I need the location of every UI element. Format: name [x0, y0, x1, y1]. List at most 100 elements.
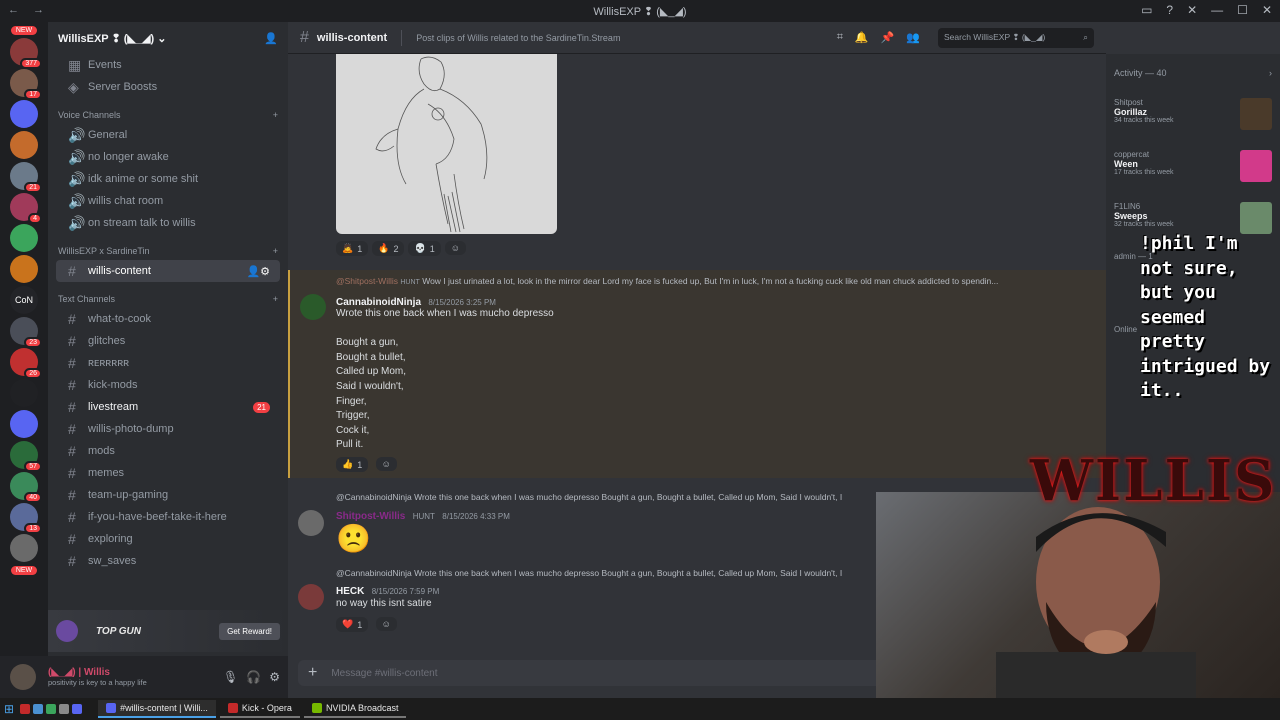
- taskbar-item[interactable]: #willis-content | Willi...: [98, 700, 216, 718]
- close-icon[interactable]: ✕: [1262, 3, 1272, 17]
- server-icon[interactable]: [10, 534, 38, 562]
- text-channel[interactable]: # exploring: [56, 528, 280, 550]
- server-icon[interactable]: 57: [10, 441, 42, 472]
- app-icon[interactable]: [46, 704, 57, 714]
- voice-channel[interactable]: 🔊 General: [56, 124, 280, 146]
- server-icon[interactable]: 23: [10, 317, 42, 348]
- message-highlighted[interactable]: @Shitpost-Willis HUNT Wow I just urinate…: [288, 270, 1106, 478]
- add-reaction-icon[interactable]: ☺: [375, 617, 397, 631]
- channel-topic[interactable]: Post clips of Willis related to the Sard…: [416, 33, 620, 43]
- channel-label: if-you-have-beef-take-it-here: [88, 511, 227, 523]
- invite-icon[interactable]: 👤⚙: [246, 265, 270, 278]
- help-icon[interactable]: ?: [1166, 3, 1173, 17]
- search-input[interactable]: Search WillisEXP ❢ (◣_◢) ⌕: [938, 27, 1094, 48]
- avatar[interactable]: [10, 664, 36, 690]
- text-channel[interactable]: # team-up-gaming: [56, 484, 280, 506]
- add-member-icon[interactable]: 👤: [264, 32, 278, 45]
- reaction-chip[interactable]: 💀 1: [408, 241, 441, 256]
- app-icon[interactable]: [59, 704, 70, 714]
- app-icon[interactable]: [20, 704, 31, 714]
- avatar[interactable]: [298, 510, 324, 536]
- message-author[interactable]: HECK: [336, 586, 364, 597]
- server-icon[interactable]: [10, 224, 38, 252]
- voice-channel[interactable]: 🔊 on stream talk to willis: [56, 212, 280, 234]
- server-icon[interactable]: 26: [10, 348, 42, 379]
- app-icon[interactable]: [72, 704, 83, 714]
- voice-channel[interactable]: 🔊 idk anime or some shit: [56, 168, 280, 190]
- new-unreads-badge-bottom[interactable]: NEW: [11, 566, 37, 575]
- reply-preview[interactable]: @CannabinoidNinja Wrote this one back wh…: [336, 492, 876, 504]
- server-icon[interactable]: [10, 255, 38, 283]
- text-channel[interactable]: # kick-mods: [56, 374, 280, 396]
- reaction-chip[interactable]: 🙇 1: [336, 241, 369, 256]
- microphone-icon[interactable]: 🎙: [223, 670, 238, 684]
- server-icon[interactable]: [10, 410, 38, 438]
- new-unreads-badge[interactable]: NEW: [11, 26, 37, 35]
- server-icon[interactable]: 17: [10, 69, 42, 100]
- message-author[interactable]: Shitpost-Willis: [336, 511, 405, 522]
- get-reward-button[interactable]: Get Reward!: [219, 622, 280, 640]
- add-channel-icon[interactable]: +: [273, 110, 278, 120]
- text-channel[interactable]: # if-you-have-beef-take-it-here: [56, 506, 280, 528]
- text-channel[interactable]: # memes: [56, 462, 280, 484]
- threads-icon[interactable]: ⌗: [837, 31, 843, 44]
- server-icon[interactable]: 377: [10, 38, 42, 69]
- sidebar-item-boosts[interactable]: ◈ Server Boosts: [56, 76, 280, 98]
- server-icon[interactable]: [10, 100, 38, 128]
- text-channel[interactable]: # ʀᴇʀʀʀʀʀ: [56, 352, 280, 374]
- sketch-image[interactable]: [336, 54, 557, 234]
- avatar[interactable]: [300, 294, 326, 320]
- reply-preview[interactable]: @CannabinoidNinja Wrote this one back wh…: [336, 568, 876, 580]
- add-reaction-icon[interactable]: ☺: [375, 457, 397, 471]
- app-icon[interactable]: [33, 704, 44, 714]
- start-icon[interactable]: ⊞: [4, 702, 14, 716]
- reply-preview[interactable]: @Shitpost-Willis HUNT Wow I just urinate…: [336, 276, 1096, 288]
- server-icon[interactable]: 21: [10, 162, 42, 193]
- voice-channel[interactable]: 🔊 willis chat room: [56, 190, 280, 212]
- reaction-chip[interactable]: 🔥 2: [372, 241, 405, 256]
- taskbar-item[interactable]: NVIDIA Broadcast: [303, 700, 407, 718]
- text-channel[interactable]: # what-to-cook: [56, 308, 280, 330]
- back-arrow-icon[interactable]: ←: [8, 4, 19, 16]
- chevron-right-icon[interactable]: ›: [1269, 68, 1272, 78]
- activity-card[interactable]: coppercat Ween 17 tracks this week: [1106, 144, 1280, 196]
- server-icon[interactable]: [10, 379, 38, 407]
- channel-willis-content[interactable]: # willis-content 👤⚙: [56, 260, 280, 282]
- maximize-icon[interactable]: ☐: [1237, 3, 1248, 17]
- album-art: [1240, 98, 1272, 130]
- taskbar-item[interactable]: Kick - Opera: [219, 700, 300, 718]
- server-header[interactable]: WillisEXP ❢ (◣_◢) ⌄ 👤: [48, 22, 288, 54]
- bell-icon[interactable]: 🔔: [855, 31, 869, 44]
- category-voice[interactable]: Voice Channels +: [48, 106, 288, 124]
- members-icon[interactable]: 👥: [906, 31, 920, 44]
- add-channel-icon[interactable]: +: [273, 246, 278, 256]
- settings-gear-icon[interactable]: ⚙: [269, 670, 280, 684]
- text-channel[interactable]: # glitches: [56, 330, 280, 352]
- category-collab[interactable]: WillisEXP x SardineTin +: [48, 242, 288, 260]
- tools-icon[interactable]: ✕: [1187, 3, 1197, 17]
- headphones-icon[interactable]: 🎧: [246, 670, 261, 684]
- category-text[interactable]: Text Channels +: [48, 290, 288, 308]
- text-channel[interactable]: # mods: [56, 440, 280, 462]
- add-channel-icon[interactable]: +: [273, 294, 278, 304]
- pin-icon[interactable]: 📌: [881, 31, 895, 44]
- text-channel[interactable]: # sw_saves: [56, 550, 280, 572]
- reaction-heart[interactable]: ❤️ 1: [336, 617, 369, 632]
- sidebar-item-events[interactable]: ▦ Events: [56, 54, 280, 76]
- server-icon[interactable]: 13: [10, 503, 42, 534]
- server-icon[interactable]: 4: [10, 193, 42, 224]
- add-reaction-icon[interactable]: ☺: [444, 241, 466, 255]
- inbox-icon[interactable]: ▭: [1141, 3, 1152, 17]
- reaction-thumbs-up[interactable]: 👍 1: [336, 457, 369, 472]
- text-channel[interactable]: # livestream 21: [56, 396, 280, 418]
- minimize-icon[interactable]: —: [1211, 3, 1223, 17]
- server-icon[interactable]: [10, 131, 38, 159]
- avatar[interactable]: [298, 584, 324, 610]
- activity-card[interactable]: Shitpost Gorillaz 34 tracks this week: [1106, 92, 1280, 144]
- plus-icon[interactable]: +: [308, 664, 317, 682]
- server-icon[interactable]: 40: [10, 472, 42, 503]
- server-icon[interactable]: CoN: [10, 286, 38, 314]
- text-channel[interactable]: # willis-photo-dump: [56, 418, 280, 440]
- voice-channel[interactable]: 🔊 no longer awake: [56, 146, 280, 168]
- forward-arrow-icon[interactable]: →: [33, 4, 44, 16]
